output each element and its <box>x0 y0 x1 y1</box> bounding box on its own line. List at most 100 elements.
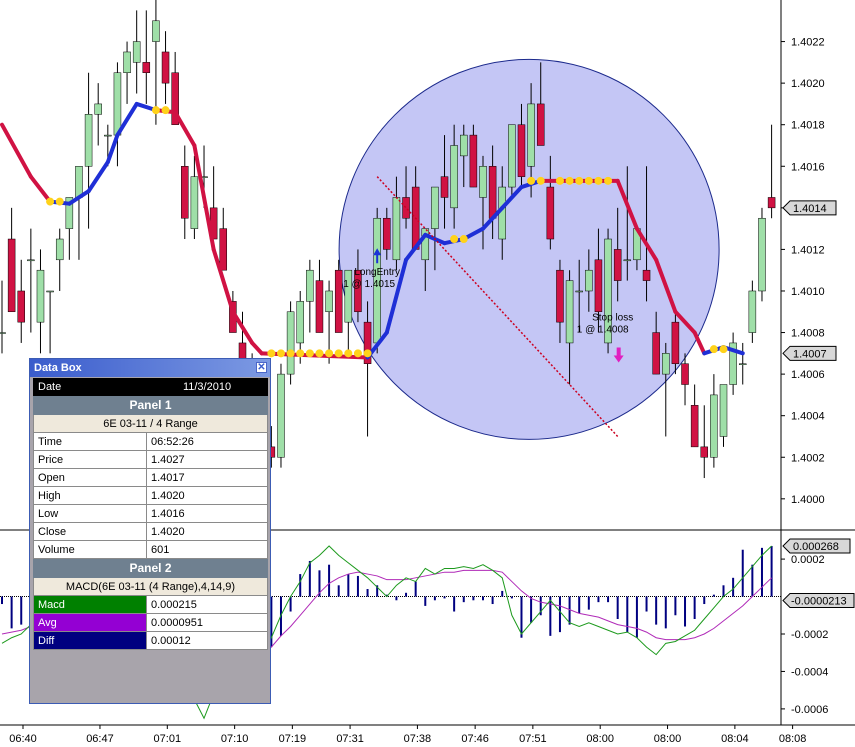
candle <box>36 269 45 323</box>
candle <box>0 332 6 334</box>
flat-ma-dot <box>286 349 295 358</box>
stop-loss-label: Stop loss <box>592 313 633 324</box>
candle <box>142 62 151 73</box>
price-tick-label: 1.4006 <box>791 369 825 381</box>
flat-ma-dot <box>55 197 64 206</box>
date-value: 11/3/2010 <box>147 378 268 396</box>
candle <box>402 197 410 219</box>
close-icon[interactable]: ✕ <box>256 362 267 373</box>
candle <box>719 384 728 437</box>
flat-ma-dot <box>325 349 334 358</box>
candle <box>690 405 699 448</box>
candle <box>104 134 112 137</box>
candle <box>623 259 632 262</box>
price-tick-label: 1.4012 <box>791 244 825 256</box>
candle <box>652 332 660 375</box>
data-box-row: Open 1.4017 <box>33 469 268 487</box>
data-box-row-value: 1.4027 <box>147 451 268 469</box>
data-box-row-label: Diff <box>33 632 147 650</box>
candle <box>84 114 93 167</box>
candle <box>325 290 333 313</box>
candle <box>152 20 160 42</box>
data-box-titlebar[interactable]: Data Box ✕ <box>30 359 270 377</box>
data-box-row: Close 1.4020 <box>33 523 268 541</box>
price-tick-label: 1.4020 <box>791 78 825 90</box>
candle <box>181 166 189 219</box>
data-box-row-label: Low <box>33 505 147 523</box>
price-tick-label: 1.4022 <box>791 37 825 49</box>
panel2-indicator: MACD(6E 03-11 (4 Range),4,14,9) <box>33 578 268 596</box>
candle <box>450 145 458 209</box>
panel1-instrument: 6E 03-11 / 4 Range <box>33 415 268 433</box>
ma-segment <box>0 122 33 179</box>
flat-ma-dot <box>161 106 170 115</box>
candle <box>613 249 622 281</box>
candle <box>306 269 314 302</box>
time-tick-label: 07:31 <box>336 733 364 745</box>
stop-loss-detail: 1 @ 1.4008 <box>577 325 629 336</box>
flat-ma-dot <box>46 197 55 206</box>
candle <box>700 446 709 458</box>
candle <box>642 269 651 281</box>
data-box-row-label: Time <box>33 433 147 451</box>
candle <box>469 134 478 188</box>
candle <box>286 311 295 375</box>
data-box-row-value: 0.0000951 <box>147 614 268 632</box>
data-box-row-label: Open <box>33 469 147 487</box>
flat-ma-dot <box>565 176 574 185</box>
candle <box>517 124 526 177</box>
price-tick-label: 1.4018 <box>791 120 825 132</box>
data-box-row-value: 1.4020 <box>147 487 268 505</box>
price-tick-label: 1.4004 <box>791 411 825 423</box>
candle <box>738 363 747 365</box>
candle <box>113 72 122 136</box>
time-tick-label: 07:46 <box>461 733 489 745</box>
candle <box>440 176 449 198</box>
candle <box>527 103 535 167</box>
data-box-row-label: Macd <box>33 596 147 614</box>
diff-value-label: -0.0000213 <box>791 596 847 608</box>
time-tick-label: 07:38 <box>404 733 432 745</box>
candle <box>767 197 776 209</box>
candle <box>219 228 228 271</box>
candle <box>758 217 766 292</box>
candle <box>17 290 25 323</box>
ma-segment <box>28 174 53 204</box>
candle <box>671 321 680 364</box>
candle <box>46 290 54 293</box>
data-box-row: Price 1.4027 <box>33 451 268 469</box>
data-box-row-label: High <box>33 487 147 505</box>
data-box-row-value: 0.00012 <box>147 632 268 650</box>
data-box-window[interactable]: Data Box ✕ Date 11/3/2010 Panel 1 6E 03-… <box>29 358 271 704</box>
flat-ma-dot <box>296 349 305 358</box>
data-box-row: Avg 0.0000951 <box>33 614 268 632</box>
price-tick-label: 1.4010 <box>791 286 825 298</box>
flat-ma-dot <box>719 345 728 354</box>
macd-tick-label: -0.0006 <box>791 704 828 716</box>
data-box-row: Volume 601 <box>33 541 268 559</box>
candle <box>344 269 353 323</box>
flat-ma-dot <box>594 176 603 185</box>
candle <box>488 166 497 219</box>
flat-ma-dot <box>267 349 276 358</box>
candle <box>315 280 324 333</box>
last-price-label: 1.4014 <box>793 203 827 215</box>
flat-ma-dot <box>353 349 362 358</box>
data-box-row-value: 1.4020 <box>147 523 268 541</box>
flat-ma-dot <box>305 349 314 358</box>
flat-ma-dot <box>709 345 718 354</box>
candle <box>55 238 64 261</box>
data-box-row: Low 1.4016 <box>33 505 268 523</box>
candle <box>431 186 439 229</box>
candle <box>460 134 468 157</box>
ma-segment <box>173 110 197 148</box>
data-box-title: Data Box <box>34 362 82 374</box>
time-tick-label: 08:08 <box>779 733 807 745</box>
time-tick-label: 07:51 <box>519 733 547 745</box>
time-tick-label: 07:10 <box>221 733 249 745</box>
macd-tick-label: -0.0004 <box>791 666 828 678</box>
flat-ma-dot <box>459 235 468 244</box>
time-tick-label: 06:40 <box>9 733 37 745</box>
data-box-grid: Date 11/3/2010 Panel 1 6E 03-11 / 4 Rang… <box>33 378 268 650</box>
candle <box>27 259 35 262</box>
